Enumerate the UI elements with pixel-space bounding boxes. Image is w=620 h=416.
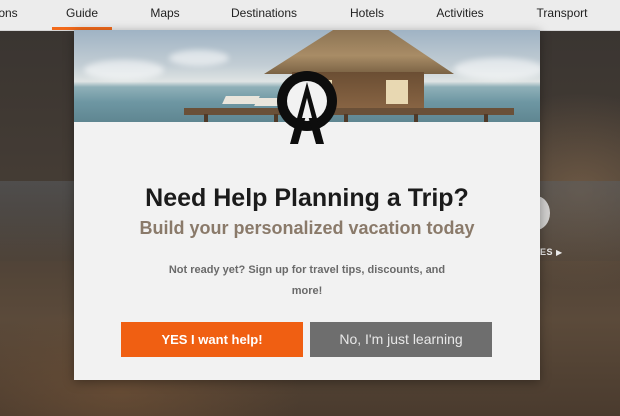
- yes-help-button[interactable]: YES I want help!: [121, 322, 303, 357]
- background-more-link[interactable]: ES ▶: [540, 247, 563, 257]
- bungalow-window-shape: [386, 80, 408, 104]
- top-navigation: ons Guide Maps Destinations Hotels Activ…: [0, 0, 620, 31]
- modal-subtitle: Build your personalized vacation today: [139, 218, 475, 238]
- cloud-shape: [454, 58, 540, 80]
- modal-title: Need Help Planning a Trip?: [145, 184, 469, 212]
- nav-item-options[interactable]: ons: [0, 0, 18, 30]
- deck-post-shape: [484, 114, 488, 122]
- nav-item-hotels[interactable]: Hotels: [350, 0, 384, 30]
- no-just-learning-button[interactable]: No, I'm just learning: [310, 322, 492, 357]
- nav-item-activities[interactable]: Activities: [436, 0, 483, 30]
- compass-a-logo-icon: [277, 71, 337, 144]
- cloud-shape: [169, 50, 229, 66]
- wooden-deck-shape: [184, 108, 514, 115]
- nav-item-destinations[interactable]: Destinations: [231, 0, 297, 30]
- nav-item-guide[interactable]: Guide: [51, 0, 113, 30]
- cloud-shape: [84, 60, 164, 80]
- more-link-label: ES: [540, 247, 554, 257]
- nav-item-maps[interactable]: Maps: [150, 0, 179, 30]
- deck-post-shape: [204, 114, 208, 122]
- trip-planning-modal: Need Help Planning a Trip? Build your pe…: [74, 30, 540, 380]
- nav-item-transport[interactable]: Transport: [537, 0, 588, 30]
- modal-body-text: Not ready yet? Sign up for travel tips, …: [168, 264, 446, 297]
- deck-post-shape: [414, 114, 418, 122]
- play-arrow-icon: ▶: [556, 248, 563, 257]
